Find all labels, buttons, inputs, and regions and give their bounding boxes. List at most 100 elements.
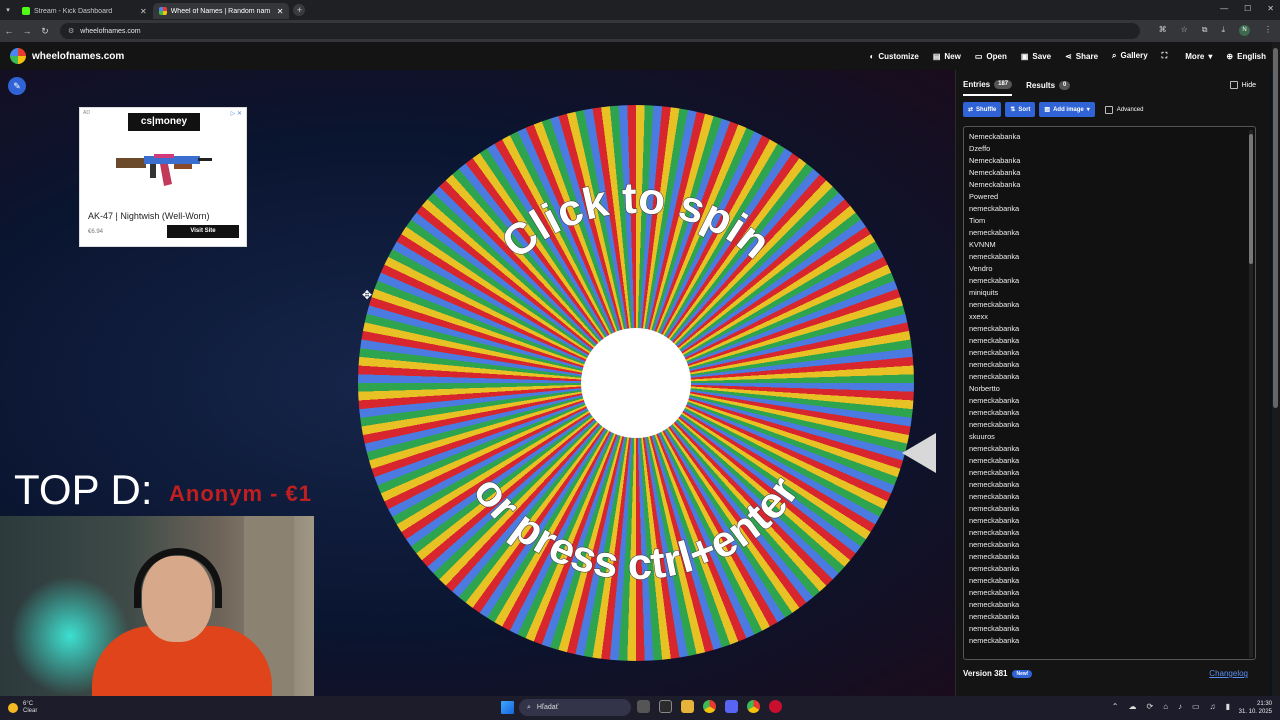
windows-start-icon[interactable] [501, 701, 514, 714]
wheel-prompt-line2: or press ctrl+enter [464, 467, 808, 589]
sort-button[interactable]: ⇅ Sort [1005, 102, 1036, 117]
advanced-label: Advanced [1116, 106, 1144, 113]
tray-chevron-icon[interactable]: ⌃ [1112, 702, 1119, 711]
forward-icon[interactable]: → [18, 26, 36, 36]
shuffle-label: Shuffle [976, 106, 997, 113]
new-tab-button[interactable]: + [293, 4, 306, 16]
sort-label: Sort [1018, 106, 1031, 113]
results-count-badge: 0 [1059, 81, 1071, 90]
ad-banner[interactable]: AD ▷ ✕ cs|money AK-47 | Nightwish (Well-… [79, 107, 247, 247]
ad-visit-site-button[interactable]: Visit Site [167, 225, 239, 238]
taskbar-apps [637, 700, 782, 713]
browser-menu-icon[interactable]: ⋮ [1264, 25, 1272, 36]
site-name[interactable]: wheelofnames.com [32, 51, 124, 62]
maximize-icon[interactable]: ☐ [1244, 4, 1251, 13]
display-icon[interactable]: ▭ [1192, 702, 1200, 711]
file-icon: ▤ [932, 51, 941, 61]
tab-entries[interactable]: Entries 187 [963, 80, 1013, 96]
changelog-link[interactable]: Changelog [1209, 669, 1248, 678]
wheel-center-hub[interactable] [581, 328, 691, 438]
webcam-overlay [0, 516, 314, 696]
wheel-favicon-icon [158, 7, 167, 15]
battery-icon[interactable]: ▮ [1226, 702, 1230, 711]
back-icon[interactable]: ← [0, 26, 18, 36]
entry-line: nemeckabanka [969, 504, 1020, 513]
entries-scrollbar[interactable] [1249, 130, 1253, 658]
address-bar[interactable]: ⚙ wheelofnames.com [60, 23, 1140, 39]
spin-wheel[interactable]: Click to spin or press ctrl+enter [358, 105, 914, 661]
gallery-label: Gallery [1120, 51, 1148, 60]
profile-avatar[interactable]: N [1239, 25, 1250, 36]
language-button[interactable]: ⊕ English [1226, 52, 1266, 61]
save-button[interactable]: ▣ Save [1021, 52, 1051, 61]
add-image-label: Add image [1053, 106, 1084, 113]
close-window-icon[interactable]: ✕ [1267, 4, 1274, 13]
sort-icon: ⇅ [1010, 107, 1016, 113]
kick-favicon-icon [22, 7, 30, 15]
tab-kick-dashboard[interactable]: Stream - Kick Dashboard ✕ [16, 3, 153, 19]
share-button[interactable]: ⋖ Share [1065, 52, 1098, 61]
customize-button[interactable]: ◐ Customize [870, 52, 919, 61]
wheel-logo-icon[interactable] [10, 48, 26, 64]
entries-textarea[interactable]: Nemeckabanka Dzeffo Nemeckabanka Nemeckaban… [963, 126, 1256, 660]
hide-checkbox[interactable] [1229, 81, 1238, 89]
minimize-icon[interactable]: — [1220, 4, 1228, 13]
site-info-icon[interactable]: ⚙ [68, 27, 74, 35]
download-icon[interactable]: ⤓ [1221, 25, 1225, 36]
extensions-icon[interactable]: ⧉ [1202, 25, 1208, 36]
chrome-icon[interactable] [703, 700, 716, 713]
advanced-toggle[interactable]: Advanced [1104, 105, 1144, 114]
new-badge: New! [1012, 669, 1033, 678]
hide-toggle[interactable]: Hide [1229, 81, 1256, 89]
sync-icon[interactable]: ⟳ [1146, 702, 1153, 711]
translate-icon[interactable]: ⌘ [1159, 25, 1167, 36]
wheel-prompt-line1: Click to spin [493, 174, 780, 269]
new-button[interactable]: ▤ New [933, 52, 961, 61]
chrome-profile-icon[interactable] [747, 700, 760, 713]
cloud-icon[interactable]: ☁ [1128, 702, 1136, 711]
shuffle-button[interactable]: ⇄ Shuffle [963, 102, 1002, 117]
recording-app-icon[interactable] [769, 700, 782, 713]
sun-icon [8, 703, 18, 713]
entry-line: nemeckabanka [969, 516, 1020, 525]
taskbar-clock[interactable]: 21:30 31. 10. 2025 [1239, 700, 1272, 716]
tab-wheel-of-names[interactable]: Wheel of Names | Random nam ✕ [152, 3, 290, 19]
weather-widget[interactable]: 6°C Clear [8, 701, 37, 715]
more-button[interactable]: More ▾ [1185, 52, 1212, 61]
close-tab-icon[interactable]: ✕ [140, 7, 147, 16]
close-tab-icon[interactable]: ✕ [277, 7, 284, 16]
entries-panel: Entries 187 Results 0 Hide ⇄ Shuffle ⇅ Sor… [955, 70, 1270, 696]
folder-icon: ▭ [974, 51, 983, 61]
globe-icon: ⊕ [1226, 51, 1234, 61]
entry-line: nemeckabanka [969, 324, 1020, 333]
hide-label: Hide [1241, 81, 1256, 89]
open-button[interactable]: ▭ Open [975, 52, 1007, 61]
task-view-icon[interactable] [637, 700, 650, 713]
fullscreen-button[interactable]: ⛶ [1162, 51, 1172, 61]
add-image-button[interactable]: ▨ Add image ▾ [1039, 102, 1095, 117]
save-icon: ▣ [1020, 51, 1029, 61]
site-header: wheelofnames.com ◐ Customize ▤ New ▭ Open ▣… [0, 42, 1280, 70]
tab-search-icon[interactable]: ▾ [0, 6, 16, 14]
entry-line: nemeckabanka [969, 540, 1020, 549]
gallery-button[interactable]: ⌕ Gallery [1112, 51, 1148, 61]
fullscreen-icon: ⛶ [1161, 51, 1168, 60]
page-scrollbar[interactable] [1272, 42, 1280, 696]
file-explorer-icon[interactable] [681, 700, 694, 713]
obs-icon[interactable] [659, 700, 672, 713]
edit-pencil-button[interactable]: ✎ [8, 77, 26, 95]
entry-line: nemeckabanka [969, 492, 1020, 501]
entry-line: nemeckabanka [969, 624, 1020, 633]
tab-title: Stream - Kick Dashboard [34, 7, 113, 15]
taskbar-search[interactable]: ⌕ Hľadať [519, 699, 631, 716]
share-label: Share [1075, 51, 1099, 61]
advanced-checkbox[interactable] [1104, 105, 1113, 114]
ad-info-icon[interactable]: ▷ ✕ [231, 110, 242, 117]
tab-results[interactable]: Results 0 [1026, 80, 1071, 96]
reload-icon[interactable]: ↻ [36, 26, 54, 37]
network-icon[interactable]: ⌂ [1163, 702, 1168, 711]
discord-icon[interactable] [725, 700, 738, 713]
mic-icon[interactable]: ♪ [1178, 702, 1182, 711]
speaker-icon[interactable]: ♫ [1210, 702, 1216, 711]
bookmark-star-icon[interactable]: ☆ [1181, 25, 1188, 36]
